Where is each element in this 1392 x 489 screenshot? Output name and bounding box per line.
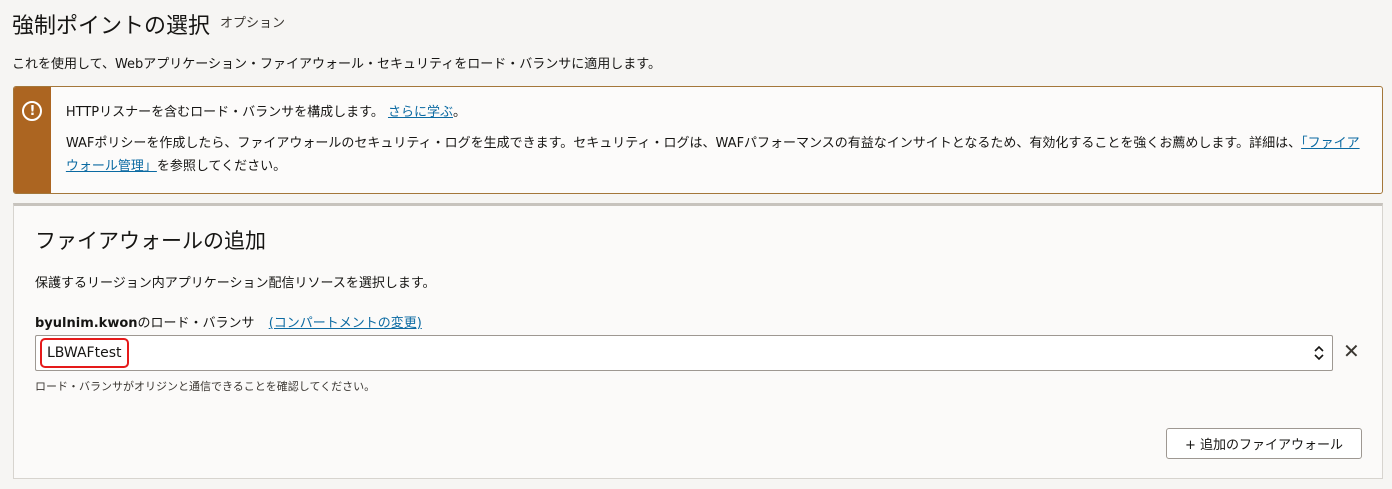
add-firewall-card: ファイアウォールの追加 保護するリージョン内アプリケーション配信リソースを選択し… — [13, 203, 1383, 479]
field-help-text: ロード・バランサがオリジンと通信できることを確認してください。 — [35, 380, 376, 393]
add-firewall-button[interactable]: + 追加のファイアウォール — [1166, 428, 1362, 459]
warning-message: ! HTTPリスナーを含むロード・バランサを構成します。 さらに学ぶ。 WAFポ… — [13, 86, 1383, 194]
field-label-suffix: のロード・バランサ — [137, 316, 255, 331]
learn-more-link[interactable]: さらに学ぶ — [388, 105, 453, 120]
warning-bar: ! — [14, 87, 51, 193]
load-balancer-select[interactable]: LBWAFtest — [35, 335, 1333, 371]
warning-line-1-text: HTTPリスナーを含むロード・バランサを構成します。 — [65, 105, 384, 120]
page-title: 強制ポイントの選択 — [12, 14, 211, 39]
warning-line-2-end: を参照してください。 — [156, 159, 287, 174]
load-balancer-field-label: byulnim.kwonのロード・バランサ (コンパートメントの変更) — [35, 312, 422, 331]
warning-content: HTTPリスナーを含むロード・バランサを構成します。 さらに学ぶ。 WAFポリシ… — [51, 87, 1382, 193]
compartment-user: byulnim.kwon — [35, 316, 138, 331]
selected-load-balancer: LBWAFtest — [40, 338, 129, 368]
warning-line-1-end: 。 — [453, 105, 467, 120]
exclamation-circle-icon: ! — [22, 101, 43, 121]
page-description: これを使用して、Webアプリケーション・ファイアウォール・セキュリティをロード・… — [12, 57, 661, 72]
close-icon: ✕ — [1343, 339, 1360, 363]
change-compartment-link[interactable]: (コンパートメントの変更) — [269, 316, 422, 331]
warning-line-2: WAFポリシーを作成したら、ファイアウォールのセキュリティ・ログを生成できます。… — [66, 132, 1364, 178]
card-title: ファイアウォールの追加 — [35, 229, 266, 253]
page-header: 強制ポイントの選択 オプション — [12, 8, 285, 40]
warning-line-1: HTTPリスナーを含むロード・バランサを構成します。 さらに学ぶ。 — [66, 101, 1364, 124]
warning-line-2-text: WAFポリシーを作成したら、ファイアウォールのセキュリティ・ログを生成できます。… — [65, 136, 1302, 151]
chevron-up-down-icon — [1314, 345, 1324, 361]
remove-firewall-button[interactable]: ✕ — [1343, 341, 1360, 361]
optional-label: オプション — [220, 16, 286, 31]
card-description: 保護するリージョン内アプリケーション配信リソースを選択します。 — [35, 276, 436, 291]
